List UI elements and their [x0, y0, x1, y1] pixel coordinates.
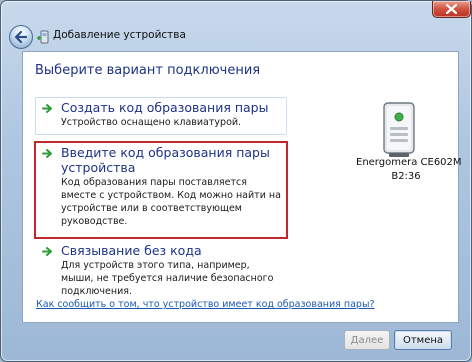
green-arrow-icon: [42, 247, 52, 256]
close-icon: [446, 4, 457, 14]
next-button[interactable]: Далее: [344, 330, 390, 350]
titlebar: Добавление устройства: [1, 15, 471, 53]
green-arrow-icon: [42, 149, 52, 158]
device-address: B2:36: [391, 171, 421, 182]
content-panel: Выберите вариант подключения Создать код…: [22, 51, 462, 323]
device-name: Energomera CE602M: [356, 157, 462, 168]
back-button[interactable]: [9, 25, 33, 49]
green-arrow-icon: [42, 104, 52, 113]
add-device-dialog: Добавление устройства Выберите вариант п…: [0, 0, 472, 362]
add-device-icon: [37, 30, 49, 44]
footer: Далее Отмена: [22, 322, 459, 358]
option-title: Создать код образования пары: [61, 100, 269, 115]
option-title: Связывание без кода: [61, 243, 202, 258]
option-description: Для устройств этого типа, например, мыши…: [61, 260, 274, 297]
option-pair-without-code[interactable]: Связывание без кода Для устройств этого …: [35, 240, 287, 297]
window-title: Добавление устройства: [53, 29, 186, 41]
device-meter-icon: [383, 102, 415, 157]
option-enter-pairing-code[interactable]: Введите код образования пары устройства …: [34, 141, 288, 239]
option-description: Устройство оснащено клавиатурой.: [61, 117, 242, 128]
help-link[interactable]: Как сообщить о том, что устройство имеет…: [36, 299, 375, 310]
option-title: Введите код образования пары устройства: [61, 145, 270, 175]
back-arrow-icon: [14, 30, 28, 44]
cancel-button[interactable]: Отмена: [394, 330, 452, 350]
device-info: Energomera CE602M B2:36: [356, 95, 462, 205]
option-description: Код образования пары поставляется вместе…: [61, 177, 281, 227]
option-create-pairing-code[interactable]: Создать код образования пары Устройство …: [35, 97, 287, 135]
page-heading: Выберите вариант подключения: [35, 63, 261, 78]
